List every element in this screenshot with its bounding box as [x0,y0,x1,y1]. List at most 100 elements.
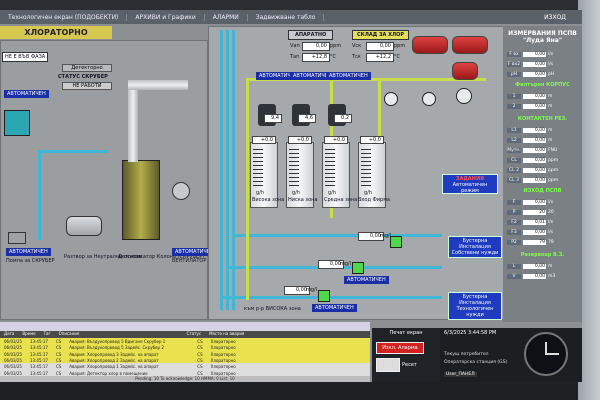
alarm-tag: CS [55,345,62,351]
print-screen-button[interactable]: Печат екран [376,330,436,338]
menu-item-panel[interactable]: Задвижване табло [248,13,325,21]
out-row-2: P 20 20 [507,208,581,216]
contact-row-5-value: 0,00 [523,167,546,173]
air-duct-top [128,80,188,90]
alarm-status: CS [197,357,203,363]
filter-row-1-unit: m [548,93,553,99]
alarm-col-time[interactable]: Време [18,331,39,338]
pump-label: Помпа за СКРУБЕР [6,258,55,264]
rotameter-zone-2: Ниска зона [288,197,318,203]
dosing-auto-tag-3[interactable]: АВТОМАТИЧЕН [326,72,371,80]
contact-row-2-label: L2 [507,137,521,143]
alarm-status: CS [197,364,203,370]
apparatus-vap-label: Vап [290,43,300,49]
alarm-off-button[interactable]: Изкл. Аларма [376,342,424,354]
alarm-date: 06/03/25 [4,345,22,351]
alarm-col-status[interactable]: Статус [183,331,205,338]
scrubber-status-value: НЕ РАБОТИ [62,82,112,90]
pump-auto-tag[interactable]: АВТОМАТИЧЕН [6,248,51,256]
clock-box: 6/3/2025 3:44:58 PM Текущ потребител Опе… [440,328,582,382]
alarm-col-desc[interactable]: Описание [55,331,183,338]
menu-bar: Технологичен екран (ПОДОБЕКТИ) АРХИВИ и … [0,10,582,24]
tasks-value: Автоматичен режим [452,182,488,194]
line-unit-3: mg/l [306,287,318,293]
injector-valve-3[interactable] [318,290,330,302]
ph-row-1-unit: l/s [548,51,554,57]
analog-clock-icon [524,332,568,376]
alarm-location: Хлораторно [210,339,236,344]
contact-row-1: L1 0,00 m [507,126,581,134]
alarm-list: Дата Време Таг Описание Статус Място на … [0,322,370,382]
contact-row-5-unit: ppm [548,167,559,173]
alarm-date: 06/03/25 [4,370,22,376]
alarm-status: CS [197,345,203,351]
contact-row-3-label: Мутн. [507,147,521,153]
apparatus-tap-label: Тап [290,54,300,60]
alarm-col-location[interactable]: Място на авария [205,331,248,338]
pump-icon[interactable] [8,232,26,244]
bottom-line-label: към р-р ВИСОКА зона [244,306,301,312]
alarm-time: 13:45:17 [29,351,48,357]
contact-row-6: CL 3 0,00 ppm [507,176,581,184]
menu-item-alarms[interactable]: АЛАРМИ [205,13,248,21]
tasks-box[interactable]: ЗАДАНИЯ Автоматичен режим [442,174,498,194]
reservoir-row-1: L 0,00 m [507,262,581,270]
alarm-tag: CS [55,351,62,357]
fan-icon[interactable] [172,182,190,200]
contact-row-6-unit: ppm [548,177,559,183]
injector-valve-2[interactable] [352,262,364,274]
storage-t-value: +12,2 [366,53,394,62]
reset-label: Ресет [402,362,417,368]
rotameter-unit-2: g/h [292,190,301,196]
alarm-toolbar[interactable] [0,322,370,331]
chlorine-cylinder-2 [452,36,488,54]
apparatus-tap-unit: °C [330,54,336,60]
reservoir-row-2: V 0,00 m3 [507,272,581,280]
rotameter-zone-4: Вход Фирма [358,197,391,203]
alarm-col-tag[interactable]: Таг [40,331,55,338]
out-row-5-label: P2 [507,239,521,245]
ph-row-3-label: pH [507,71,521,77]
filter-row-2-value: 0,00 [523,103,546,109]
alarm-col-date[interactable]: Дата [0,331,18,338]
contact-row-1-label: L1 [507,127,521,133]
menu-item-archives[interactable]: АРХИВИ и Графики [127,13,205,21]
menu-item-process[interactable]: Технологичен екран (ПОДОБЕКТИ) [0,13,128,21]
ph-row-3-unit: pH [548,71,555,77]
exit-button[interactable]: ИЗХОД [528,14,582,21]
out-row-1-label: F [507,199,521,205]
injector-valve-1[interactable] [390,236,402,248]
alarm-time: 13:45:17 [29,345,48,351]
apparatus-vap-value: 0,00 [302,42,330,51]
contacts-title: КОНТАКТЕН РЕЗ. [517,116,568,122]
line-auto-tag-2[interactable]: АВТОМАТИЧЕН [312,304,357,312]
contact-row-4-unit: ppm [548,157,559,163]
clock-line2: Операторска станция (GS) [444,360,508,365]
reservoir-row-1-unit: m [548,263,553,269]
booster-tech-needs[interactable]: Бустерна Инсталация Технологичен нужди [448,292,502,320]
contact-row-2-value: 0,00 [523,137,546,143]
out-row-1-unit: l/s [548,199,554,205]
booster-own-needs[interactable]: Бустерна Инсталация Собствени нужди [448,236,502,258]
rotameter-unit-3: g/h [328,190,337,196]
pressure-gauge-2 [422,92,436,106]
contact-row-1-value: 0,00 [523,127,546,133]
ph-row-3-value: 0,00 [523,71,546,77]
output-title: ИЗХОД ПСПВ [523,188,562,194]
chlorine-pipe-v1 [246,78,249,300]
line-auto-tag-1[interactable]: АВТОМАТИЧЕН [344,276,389,284]
detector-status: Детекторно [62,64,112,72]
alarm-location: Хлораторно [210,370,236,376]
rotameter-unit-4: g/h [364,190,373,196]
line-unit-2: mg/l [340,261,352,267]
out-row-5: P2 79 79 [507,238,581,246]
contact-row-4-label: CL [507,157,521,163]
auto-tag-left[interactable]: АВТОМАТИЧЕН [4,90,49,98]
dosing-valve-value-1: 9,4 [264,114,282,123]
alarm-desc: Авария: Детектор хлор в помещение [69,370,148,376]
filter-row-2-unit: m [548,103,553,109]
rotameter-value-2: +0,0 [288,136,312,144]
reset-button[interactable] [376,358,400,372]
contact-row-4-value: 0,00 [523,157,546,163]
contact-row-3-value: 0,00 [523,147,546,153]
